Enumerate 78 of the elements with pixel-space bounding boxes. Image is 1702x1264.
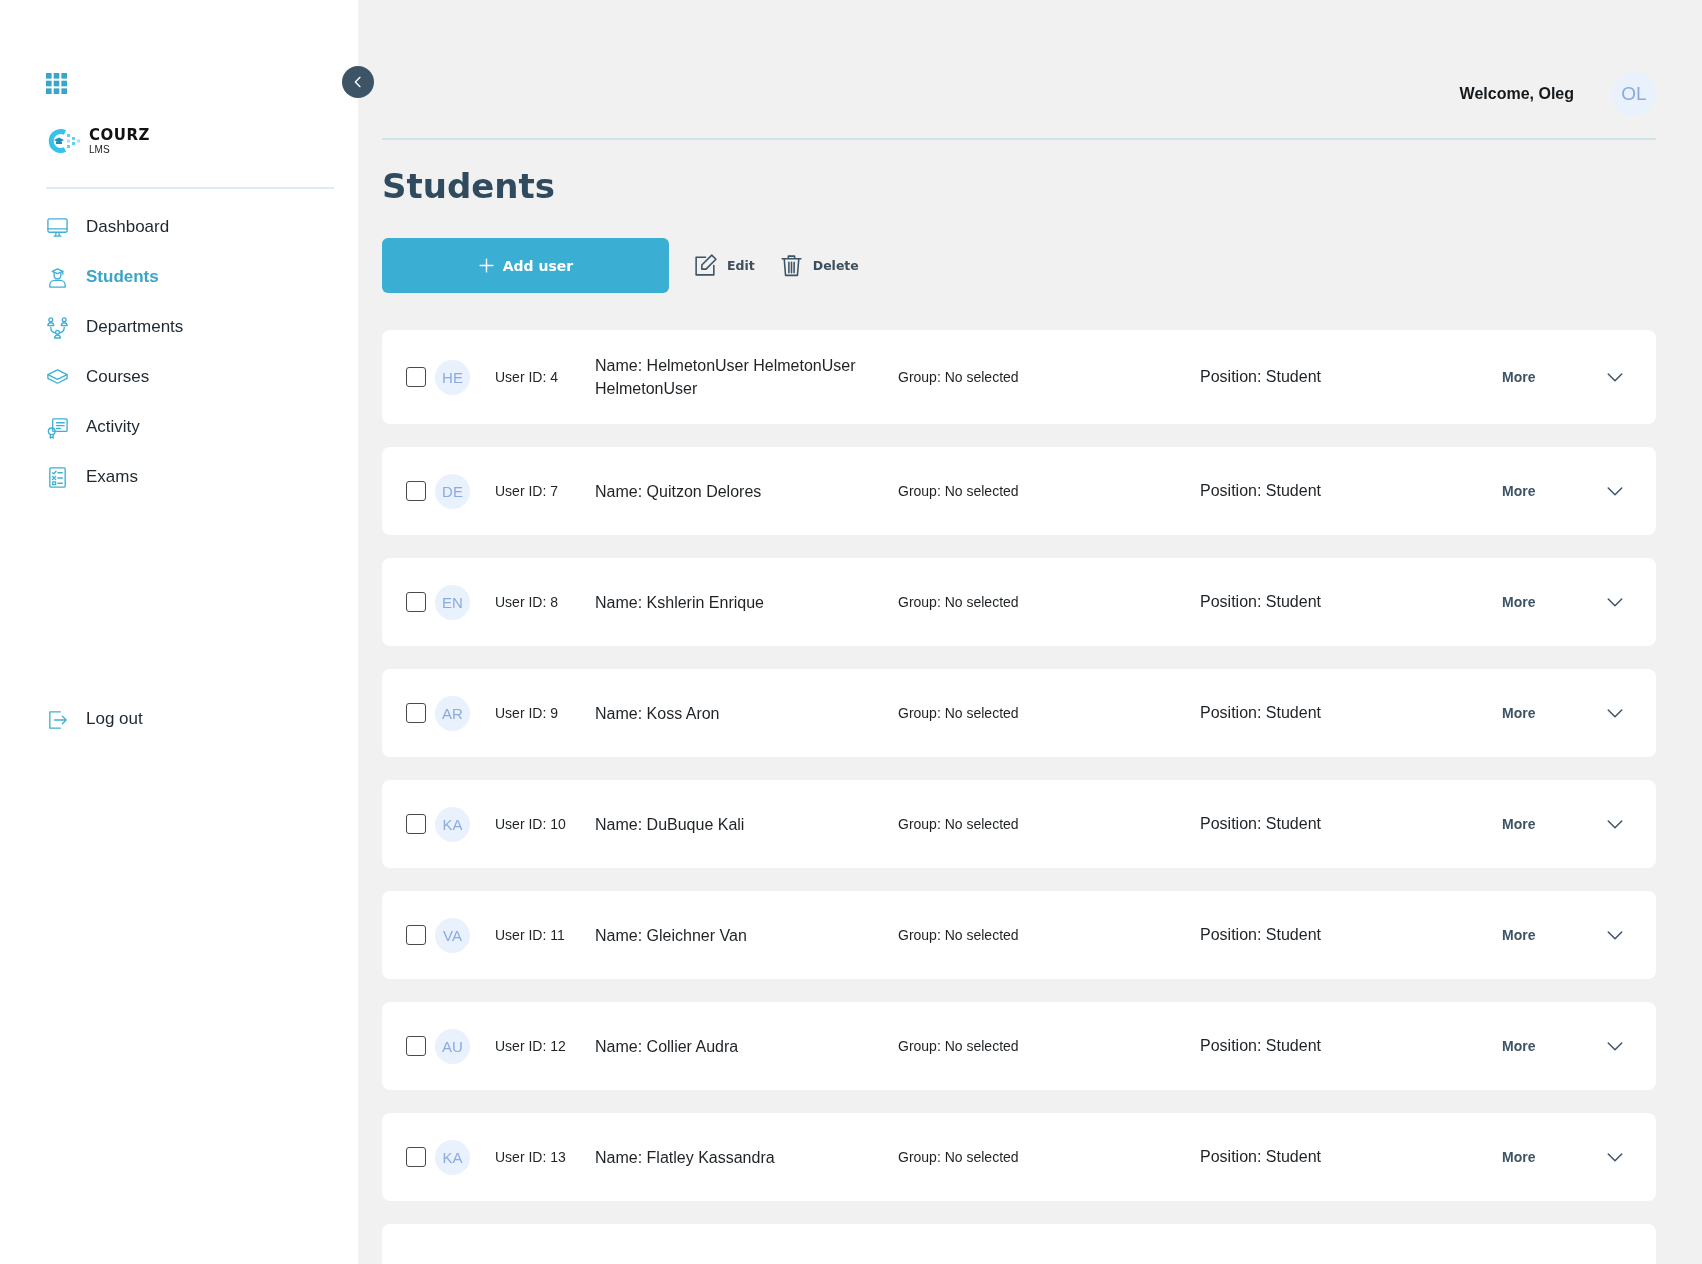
monitor-icon (46, 215, 69, 239)
trash-icon (778, 253, 804, 278)
position-label: Position: Student (1200, 704, 1321, 722)
user-id: User ID: 13 (495, 1149, 566, 1165)
position-label: Position: Student (1200, 1037, 1321, 1055)
user-id: User ID: 9 (495, 705, 558, 721)
user-id: User ID: 11 (495, 927, 565, 943)
avatar: VA (435, 917, 470, 953)
group-label: Group: No selected (898, 927, 1019, 943)
page-title: Students (382, 165, 556, 208)
certificate-icon (46, 415, 69, 439)
more-button[interactable]: More (1502, 594, 1536, 610)
avatar: HE (435, 359, 470, 395)
group-icon (46, 315, 69, 339)
group-label: Group: No selected (898, 369, 1019, 385)
position-label: Position: Student (1200, 482, 1321, 500)
position-label: Position: Student (1200, 926, 1321, 944)
user-id: User ID: 4 (495, 369, 558, 385)
nav-item[interactable]: Activity (46, 402, 140, 452)
user-id: User ID: 7 (495, 483, 558, 499)
logout-link[interactable]: Log out (46, 694, 143, 744)
more-button[interactable]: More (1502, 483, 1536, 499)
checkbox[interactable] (406, 592, 426, 612)
collapse-button[interactable] (342, 66, 374, 98)
delete-button[interactable]: Delete (778, 253, 859, 278)
student-name: Name: Flatley Kassandra (595, 1147, 775, 1168)
student-name: Name: DuBuque Kali (595, 814, 745, 835)
student-name: Name: Quitzon Delores (595, 481, 762, 502)
position-label: Position: Student (1200, 368, 1321, 386)
group-label: Group: No selected (898, 1149, 1019, 1165)
avatar: KA (435, 1139, 470, 1175)
student-name: Name: HelmetonUser HelmetonUser HelmetonUser (595, 356, 857, 399)
graduate-icon (46, 265, 69, 289)
checkbox[interactable] (406, 481, 426, 501)
more-button[interactable]: More (1502, 1149, 1536, 1165)
position-label: Position: Student (1200, 593, 1321, 611)
student-name: Name: Kshlerin Enrique (595, 592, 764, 613)
user-id: User ID: 8 (495, 594, 558, 610)
checkbox[interactable] (406, 703, 426, 723)
user-id: User ID: 10 (495, 816, 566, 832)
checkbox[interactable] (406, 925, 426, 945)
logo-subtitle: LMS (89, 143, 111, 156)
position-label: Position: Student (1200, 1148, 1321, 1166)
checkbox[interactable] (406, 814, 426, 834)
more-button[interactable]: More (1502, 369, 1536, 385)
avatar: KA (435, 806, 470, 842)
nav-item[interactable]: Courses (46, 352, 150, 402)
checkbox[interactable] (406, 1036, 426, 1056)
logo-text: COURZ (89, 126, 150, 143)
plus-icon (477, 257, 495, 274)
avatar: DE (435, 473, 470, 509)
avatar: AR (435, 695, 470, 731)
student-name: Name: Collier Audra (595, 1036, 739, 1057)
user-id: User ID: 12 (495, 1038, 566, 1054)
avatar: AU (435, 1028, 470, 1064)
welcome-text: Welcome, Oleg (1459, 85, 1574, 103)
student-name: Name: Koss Aron (595, 703, 720, 724)
edit-button[interactable]: Edit (693, 253, 755, 278)
more-button[interactable]: More (1502, 927, 1536, 943)
group-label: Group: No selected (898, 483, 1019, 499)
edit-icon (693, 253, 718, 278)
position-label: Position: Student (1200, 815, 1321, 833)
group-label: Group: No selected (898, 1038, 1019, 1054)
more-button[interactable]: More (1502, 816, 1536, 832)
checkbox[interactable] (406, 367, 426, 387)
grid-icon[interactable] (46, 73, 67, 94)
nav-item[interactable]: Dashboard (46, 202, 170, 252)
checkbox[interactable] (406, 1147, 426, 1167)
nav-item[interactable]: Departments (46, 302, 184, 352)
student-name: Name: Gleichner Van (595, 925, 747, 946)
group-label: Group: No selected (898, 705, 1019, 721)
more-button[interactable]: More (1502, 705, 1536, 721)
more-button[interactable]: More (1502, 1038, 1536, 1054)
avatar: EN (435, 584, 470, 620)
group-label: Group: No selected (898, 594, 1019, 610)
nav-item[interactable]: Exams (46, 452, 138, 502)
checklist-icon (46, 465, 69, 489)
group-label: Group: No selected (898, 816, 1019, 832)
